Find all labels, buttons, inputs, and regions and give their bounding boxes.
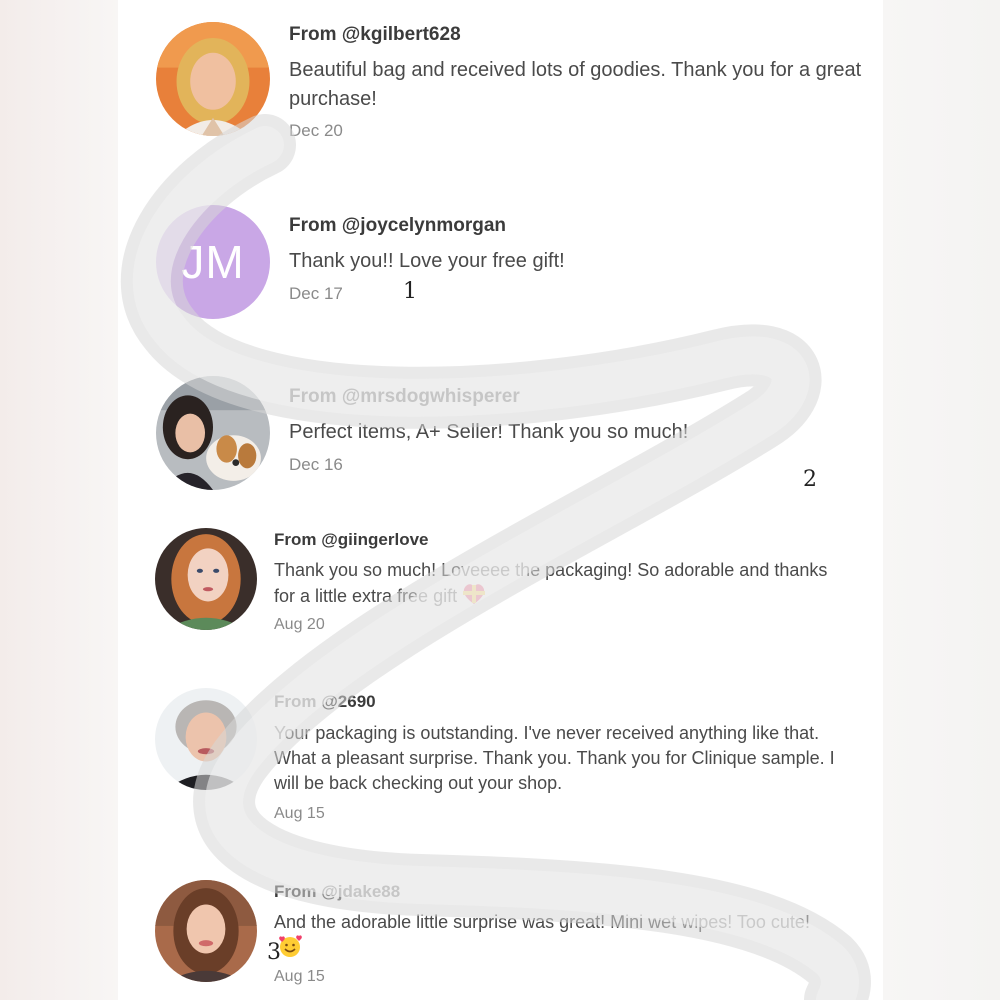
review-date: Dec 20	[289, 121, 343, 140]
review-date: Aug 20	[274, 616, 325, 633]
review-message-text: Thank you so much! Loveeee the packaging…	[274, 560, 828, 606]
avatar-photo	[155, 880, 257, 982]
avatar-photo	[156, 22, 270, 136]
review-message: Beautiful bag and received lots of goodi…	[289, 59, 862, 110]
avatar-giingerlove[interactable]	[155, 528, 257, 630]
avatar-photo	[155, 528, 257, 630]
review-message: And the adorable little surprise was gre…	[274, 910, 834, 964]
background-left	[0, 0, 120, 1000]
review-username[interactable]: From @kgilbert628	[289, 24, 461, 46]
avatar-kgilbert628[interactable]	[156, 22, 270, 136]
review-username[interactable]: From @joycelynmorgan	[289, 215, 506, 237]
review-date: Aug 15	[274, 968, 325, 985]
review-date: Aug 15	[274, 805, 325, 822]
review-date: Dec 16	[289, 455, 343, 474]
smiling-face-with-hearts-emoji	[278, 935, 302, 964]
reviews-panel	[118, 0, 883, 1000]
avatar-jdake88[interactable]	[155, 880, 257, 982]
avatar-photo	[155, 688, 257, 790]
review-message: Thank you!! Love your free gift!	[289, 250, 565, 272]
avatar-photo	[156, 376, 270, 490]
marker-2: 2	[803, 467, 817, 492]
marker-1: 1	[403, 279, 417, 304]
heart-ribbon-emoji	[461, 583, 487, 612]
review-message: Thank you so much! Loveeee the packaging…	[274, 558, 834, 612]
avatar-initials: JM	[156, 205, 270, 319]
review-message: Perfect items, A+ Seller! Thank you so m…	[289, 421, 689, 443]
review-username[interactable]: From @jdake88	[274, 882, 400, 902]
review-username[interactable]: From @giingerlove	[274, 530, 429, 550]
review-message: Your packaging is outstanding. I've neve…	[274, 723, 835, 793]
review-username[interactable]: From @mrsdogwhisperer	[289, 386, 520, 408]
avatar-2690[interactable]	[155, 688, 257, 790]
avatar-mrsdogwhisperer[interactable]	[156, 376, 270, 490]
background-right	[880, 0, 1000, 1000]
avatar-joycelynmorgan[interactable]: JM	[156, 205, 270, 319]
review-date: Dec 17	[289, 284, 343, 303]
review-message-text: And the adorable little surprise was gre…	[274, 912, 810, 932]
marker-3: 3	[267, 940, 281, 965]
review-username[interactable]: From @2690	[274, 692, 376, 712]
